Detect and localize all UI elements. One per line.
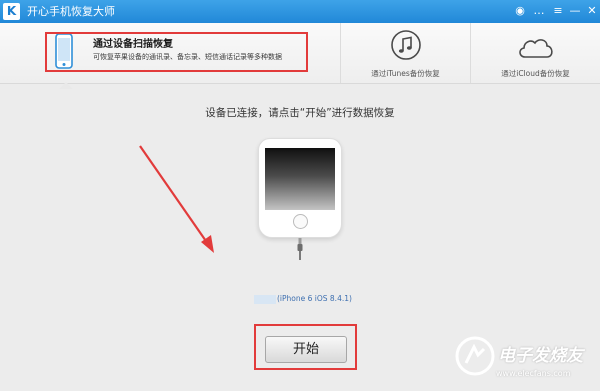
watermark: 电子发烧友 www.elecfans.com bbox=[454, 335, 594, 385]
watermark-url: www.elecfans.com bbox=[496, 369, 571, 378]
annotation-arrow bbox=[139, 145, 214, 253]
watermark-logo-icon bbox=[455, 336, 495, 376]
watermark-text: 电子发烧友 bbox=[498, 346, 583, 366]
